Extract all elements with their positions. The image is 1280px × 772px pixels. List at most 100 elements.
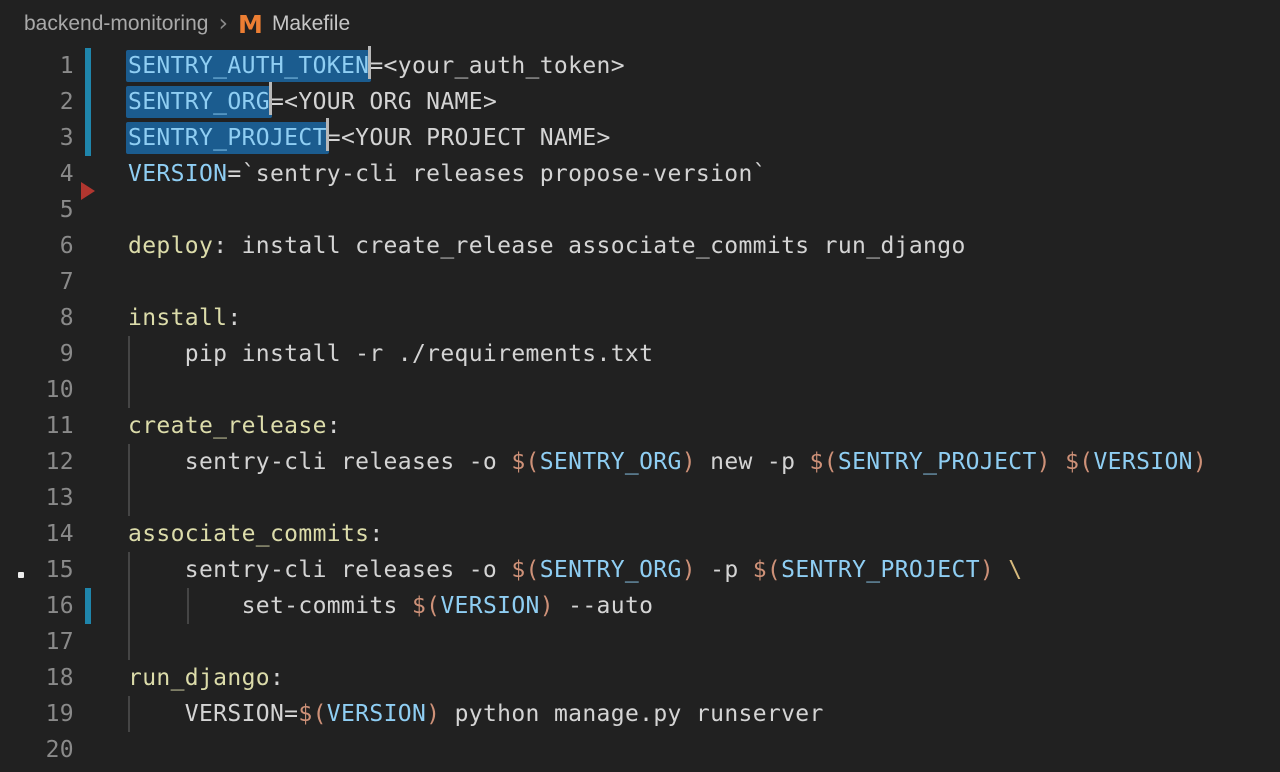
modified-line-indicator xyxy=(85,120,91,156)
line-number: 3 xyxy=(0,120,74,156)
code-text: run_django: xyxy=(128,660,284,696)
line-number: 2 xyxy=(0,84,74,120)
line-number: 11 xyxy=(0,408,74,444)
line-number: 8 xyxy=(0,300,74,336)
token: VERSION xyxy=(128,161,227,187)
indent-guide xyxy=(128,480,130,516)
code-text: install: xyxy=(128,300,242,336)
token: create_release xyxy=(128,413,327,439)
token: install xyxy=(128,305,227,331)
token: : xyxy=(270,665,284,691)
code-text: deploy: install create_release associate… xyxy=(128,228,966,264)
code-line[interactable]: 4 VERSION=`sentry-cli releases propose-ve… xyxy=(0,156,1280,192)
token: deploy xyxy=(128,233,213,259)
selection-highlight: SENTRY_PROJECT xyxy=(126,122,329,154)
line-number: 16 xyxy=(0,588,74,624)
line-number: 5 xyxy=(0,192,74,228)
token: $( xyxy=(810,449,838,475)
token: ) xyxy=(426,701,440,727)
token: =<your_auth_token> xyxy=(369,53,625,79)
code-line[interactable]: 13 xyxy=(0,480,1280,516)
makefile-icon: M xyxy=(238,10,263,39)
code-line[interactable]: 14 associate_commits: xyxy=(0,516,1280,552)
modified-line-indicator xyxy=(85,48,91,84)
chevron-right-icon: › xyxy=(218,9,228,37)
token: ) xyxy=(682,449,696,475)
token: --auto xyxy=(554,593,653,619)
token: VERSION= xyxy=(128,701,298,727)
token: SENTRY_PROJECT xyxy=(838,449,1037,475)
code-line[interactable]: 1 SENTRY_AUTH_TOKEN=<your_auth_token> xyxy=(0,48,1280,84)
selection-highlight: SENTRY_AUTH_TOKEN xyxy=(126,50,371,82)
token: SENTRY_PROJECT xyxy=(781,557,980,583)
token: $( xyxy=(1065,449,1093,475)
line-number: 20 xyxy=(0,732,74,768)
indent-guide xyxy=(128,624,130,660)
code-editor[interactable]: 1 SENTRY_AUTH_TOKEN=<your_auth_token> 2 SEN… xyxy=(0,48,1280,768)
line-number: 1 xyxy=(0,48,74,84)
breadcrumb: backend-monitoring › M Makefile xyxy=(0,0,1280,48)
token: $( xyxy=(412,593,440,619)
selection-highlight: SENTRY_ORG xyxy=(126,86,272,118)
code-line[interactable]: 19 VERSION=$(VERSION) python manage.py r… xyxy=(0,696,1280,732)
token: VERSION xyxy=(440,593,539,619)
code-line[interactable]: 20 xyxy=(0,732,1280,768)
code-line[interactable]: 9 pip install -r ./requirements.txt xyxy=(0,336,1280,372)
token: =<YOUR PROJECT NAME> xyxy=(327,125,611,151)
token: VERSION xyxy=(327,701,426,727)
code-line[interactable]: 2 SENTRY_ORG=<YOUR ORG NAME> xyxy=(0,84,1280,120)
breadcrumb-file[interactable]: Makefile xyxy=(272,12,350,36)
token: run_django xyxy=(128,665,270,691)
line-number: 18 xyxy=(0,660,74,696)
token: ) xyxy=(540,593,554,619)
code-line[interactable]: 12 sentry-cli releases -o $(SENTRY_ORG) … xyxy=(0,444,1280,480)
code-line[interactable]: 11create_release: xyxy=(0,408,1280,444)
breadcrumb-folder[interactable]: backend-monitoring xyxy=(24,12,208,36)
code-line[interactable]: 17 xyxy=(0,624,1280,660)
token: $( xyxy=(511,449,539,475)
code-line[interactable]: 8 install: xyxy=(0,300,1280,336)
token xyxy=(1051,449,1065,475)
line-number: 13 xyxy=(0,480,74,516)
token: sentry-cli releases -o xyxy=(128,557,511,583)
code-line[interactable]: 18 run_django: xyxy=(0,660,1280,696)
code-text: SENTRY_PROJECT=<YOUR PROJECT NAME> xyxy=(128,120,611,156)
line-number: 7 xyxy=(0,264,74,300)
line-number: 10 xyxy=(0,372,74,408)
token: associate_commits xyxy=(128,521,369,547)
token: SENTRY_ORG xyxy=(540,449,682,475)
token: ) xyxy=(980,557,994,583)
line-number: 14 xyxy=(0,516,74,552)
token: pip install -r ./requirements.txt xyxy=(128,341,653,367)
code-text: associate_commits: xyxy=(128,516,384,552)
code-line[interactable]: 7 xyxy=(0,264,1280,300)
token: $( xyxy=(511,557,539,583)
white-dot-artifact xyxy=(18,572,24,578)
code-text: VERSION=`sentry-cli releases propose-ver… xyxy=(128,156,767,192)
line-number: 4 xyxy=(0,156,74,192)
token: $( xyxy=(753,557,781,583)
code-text: sentry-cli releases -o $(SENTRY_ORG) -p … xyxy=(128,552,1023,588)
code-line[interactable]: 5 xyxy=(0,192,1280,228)
code-line[interactable]: 15 sentry-cli releases -o $(SENTRY_ORG) … xyxy=(0,552,1280,588)
token: : xyxy=(369,521,383,547)
code-text: SENTRY_ORG=<YOUR ORG NAME> xyxy=(128,84,497,120)
code-line[interactable]: 6deploy: install create_release associat… xyxy=(0,228,1280,264)
code-text: VERSION=$(VERSION) python manage.py runs… xyxy=(128,696,824,732)
token: ) xyxy=(1193,449,1207,475)
code-text: pip install -r ./requirements.txt xyxy=(128,336,653,372)
line-number: 17 xyxy=(0,624,74,660)
token: python manage.py runserver xyxy=(440,701,823,727)
token: =<YOUR ORG NAME> xyxy=(270,89,497,115)
token: $( xyxy=(298,701,326,727)
token: set-commits xyxy=(128,593,412,619)
token xyxy=(994,557,1008,583)
code-line[interactable]: 16 set-commits $(VERSION) --auto xyxy=(0,588,1280,624)
indent-guide xyxy=(128,372,130,408)
modified-line-indicator xyxy=(85,588,91,624)
token: ) xyxy=(1037,449,1051,475)
code-line[interactable]: 10 xyxy=(0,372,1280,408)
token: : install create_release associate_commi… xyxy=(213,233,965,259)
token: : xyxy=(227,305,241,331)
code-line[interactable]: 3 SENTRY_PROJECT=<YOUR PROJECT NAME> xyxy=(0,120,1280,156)
